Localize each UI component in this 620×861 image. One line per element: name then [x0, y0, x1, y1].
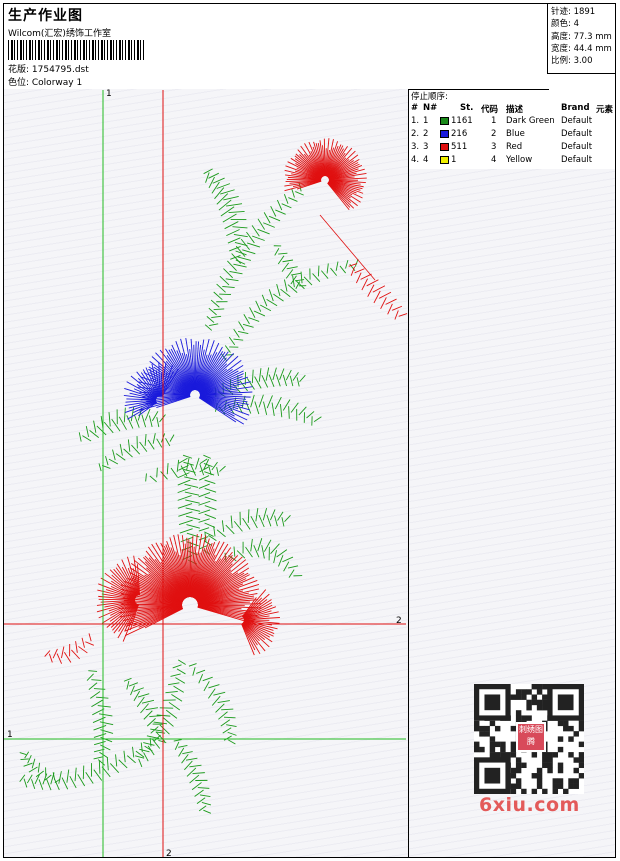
leaf-lower-right — [204, 508, 291, 542]
curl — [19, 751, 61, 784]
guide-label-h2: 2 — [396, 616, 402, 626]
embroidery-artwork: 1 2 1 2 — [4, 89, 408, 859]
leaf-lower-left — [86, 670, 114, 766]
leaf-small — [273, 245, 307, 290]
leaf-top-left — [203, 168, 248, 265]
red-bud-top — [284, 138, 367, 211]
leaf-left — [78, 406, 166, 442]
stem-lower — [134, 659, 186, 768]
red-flower-main — [118, 533, 262, 637]
stem-right-top — [221, 258, 359, 361]
leaf-lower-mid — [123, 677, 167, 744]
guide-lines: 1 2 1 2 — [4, 89, 406, 859]
stem-upper — [204, 182, 304, 331]
red-flower-right — [241, 589, 280, 656]
red-leaf-left — [44, 633, 94, 664]
guide-label-h1: 1 — [7, 730, 13, 740]
guide-label-v1: 1 — [106, 89, 112, 99]
leaf-lower-right3 — [188, 663, 237, 745]
leaf-bottom — [173, 739, 212, 814]
guide-label-v2: 2 — [166, 849, 172, 859]
red-bud-right — [348, 263, 408, 320]
